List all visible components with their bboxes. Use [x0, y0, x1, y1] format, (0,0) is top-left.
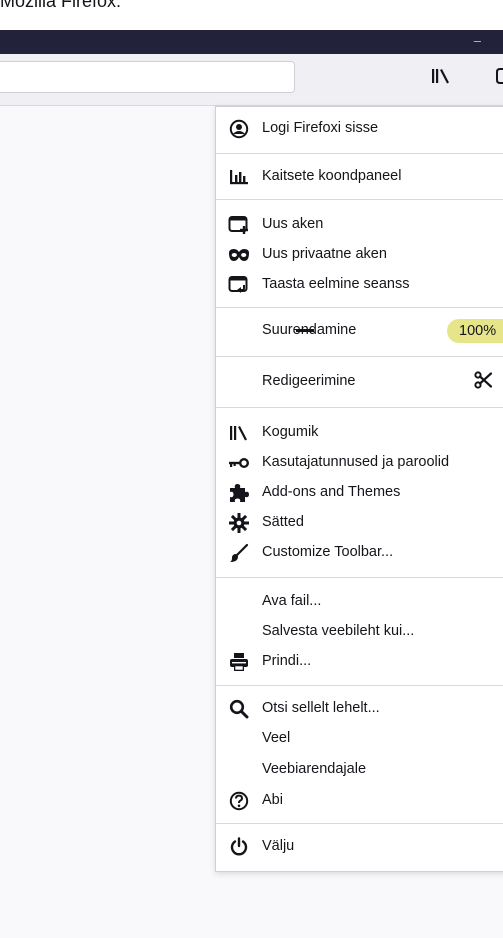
title-bar: –: [0, 30, 503, 54]
navigation-toolbar: [0, 54, 503, 106]
new-window-icon: [228, 215, 250, 235]
brush-icon: [228, 543, 250, 563]
menu-item-find[interactable]: Otsi sellelt lehelt...: [216, 694, 503, 724]
minimize-button[interactable]: –: [474, 34, 481, 48]
menu-item-private-window[interactable]: Uus privaatne aken: [216, 240, 503, 270]
help-icon: [228, 791, 250, 811]
menu-item-save-page[interactable]: Salvesta veebileht kui...: [216, 617, 503, 647]
zoom-reset-button[interactable]: 100%: [447, 319, 503, 343]
url-bar[interactable]: [0, 61, 295, 93]
menu-separator: [216, 199, 503, 200]
menu-item-settings[interactable]: Sätted: [216, 508, 503, 538]
menu-item-more[interactable]: Veel: [216, 724, 503, 754]
menu-separator: [216, 153, 503, 154]
menu-item-protections[interactable]: Kaitsete koondpaneel: [216, 162, 503, 192]
menu-item-restore-session[interactable]: Taasta eelmine seanss: [216, 270, 503, 300]
menu-item-devtools[interactable]: Veebiarendajale: [216, 755, 503, 785]
menu-item-customize[interactable]: Customize Toolbar...: [216, 538, 503, 568]
menu-separator: [216, 823, 503, 824]
library-icon: [228, 423, 250, 443]
scissors-icon[interactable]: [474, 371, 492, 389]
toolbar-overflow-icon[interactable]: [496, 67, 503, 85]
menu-separator: [216, 685, 503, 686]
menu-item-print[interactable]: Prindi...: [216, 647, 503, 677]
private-mask-icon: [228, 245, 250, 265]
library-icon[interactable]: [431, 67, 451, 85]
account-icon: [228, 119, 250, 139]
zoom-out-button[interactable]: [296, 329, 314, 332]
menu-item-sign-in[interactable]: Logi Firefoxi sisse: [216, 114, 503, 144]
power-icon: [228, 837, 250, 857]
menu-item-passwords[interactable]: Kasutajatunnused ja paroolid: [216, 448, 503, 478]
puzzle-icon: [228, 483, 250, 503]
menu-item-new-window[interactable]: Uus aken: [216, 210, 503, 240]
menu-item-library[interactable]: Kogumik: [216, 418, 503, 448]
dashboard-icon: [228, 167, 250, 187]
menu-item-help[interactable]: Abi: [216, 786, 503, 816]
printer-icon: [228, 652, 250, 672]
menu-item-quit[interactable]: Välju: [216, 832, 503, 862]
menu-item-addons[interactable]: Add-ons and Themes: [216, 478, 503, 508]
menu-separator: [216, 307, 503, 308]
search-icon: [228, 699, 250, 719]
menu-separator: [216, 407, 503, 408]
page-caption: Mozilla Firefox:: [0, 0, 503, 30]
menu-separator: [216, 356, 503, 357]
restore-session-icon: [228, 275, 250, 295]
gear-icon: [228, 513, 250, 533]
menu-item-edit[interactable]: Redigeerimine: [216, 367, 503, 397]
menu-item-open-file[interactable]: Ava fail...: [216, 587, 503, 617]
menu-separator: [216, 577, 503, 578]
caption-text: Mozilla Firefox:: [0, 0, 122, 11]
key-icon: [228, 453, 250, 473]
app-menu: Logi Firefoxi sisse Kaitsete koondpaneel: [215, 106, 503, 872]
